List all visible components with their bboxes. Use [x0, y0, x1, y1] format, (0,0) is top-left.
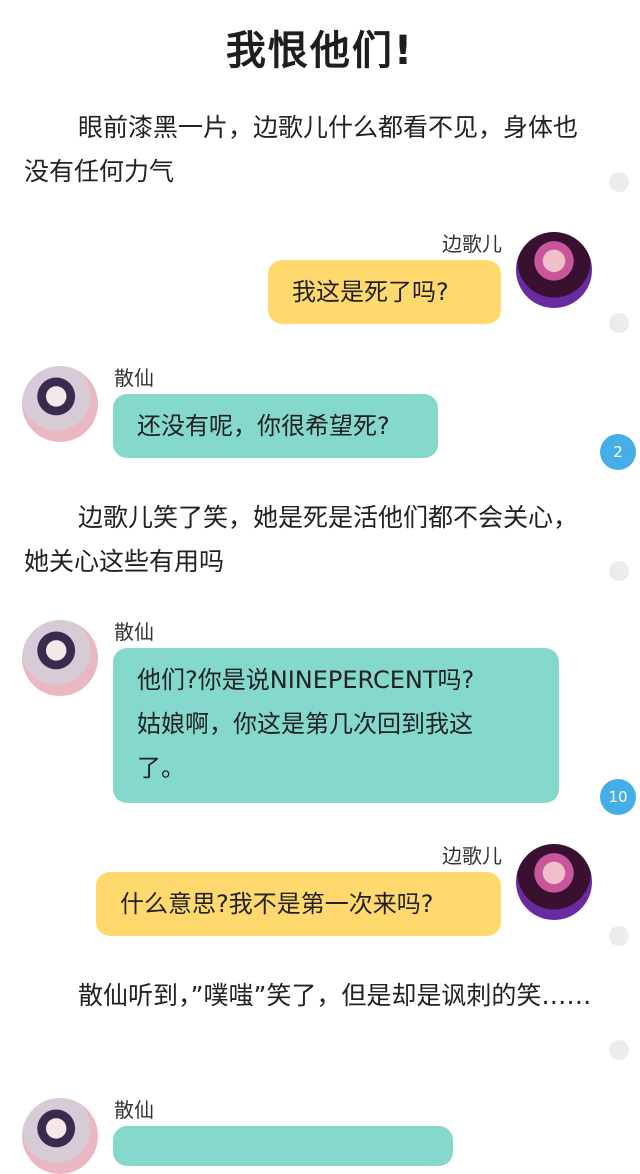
speaker-name: 边歌儿 — [442, 232, 502, 256]
speaker-name: 散仙 — [114, 366, 154, 390]
speaker-name: 边歌儿 — [442, 844, 502, 868]
page-title: 我恨他们! — [225, 28, 415, 74]
narration-paragraph: 边歌儿笑了笑，她是死是活他们都不会关心，她关心这些有用吗 — [24, 503, 579, 576]
avatar-bian-geer[interactable] — [516, 844, 592, 920]
chat-bubble: 他们?你是说NINEPERCENT吗? 姑娘啊，你这是第几次回到我这 了。 — [113, 648, 559, 803]
bubble-line: 姑娘啊，你这是第几次回到我这 — [137, 710, 473, 738]
comment-count-badge[interactable]: 2 — [600, 434, 636, 470]
speaker-name: 散仙 — [114, 1098, 154, 1122]
chat-bubble: 还没有呢，你很希望死? — [113, 394, 438, 458]
comment-count-badge[interactable]: 10 — [600, 779, 636, 815]
comment-dot-icon[interactable] — [609, 172, 629, 192]
comment-dot-icon[interactable] — [609, 561, 629, 581]
avatar-san-xian[interactable] — [22, 1098, 98, 1174]
chat-bubble — [113, 1126, 453, 1166]
speaker-name: 散仙 — [114, 620, 154, 644]
comment-dot-icon[interactable] — [609, 313, 629, 333]
narration-paragraph: 眼前漆黑一片，边歌儿什么都看不见，身体也没有任何力气 — [24, 113, 579, 186]
chat-bubble: 什么意思?我不是第一次来吗? — [96, 872, 501, 936]
chat-bubble: 我这是死了吗? — [268, 260, 501, 324]
avatar-san-xian[interactable] — [22, 620, 98, 696]
comment-dot-icon[interactable] — [609, 926, 629, 946]
bubble-line: 他们?你是说NINEPERCENT吗? — [137, 666, 475, 694]
avatar-san-xian[interactable] — [22, 366, 98, 442]
narration-paragraph: 散仙听到，”噗嗤”笑了，但是却是讽刺的笑…… — [78, 981, 592, 1010]
avatar-bian-geer[interactable] — [516, 232, 592, 308]
bubble-line: 了。 — [137, 754, 185, 782]
comment-dot-icon[interactable] — [609, 1040, 629, 1060]
